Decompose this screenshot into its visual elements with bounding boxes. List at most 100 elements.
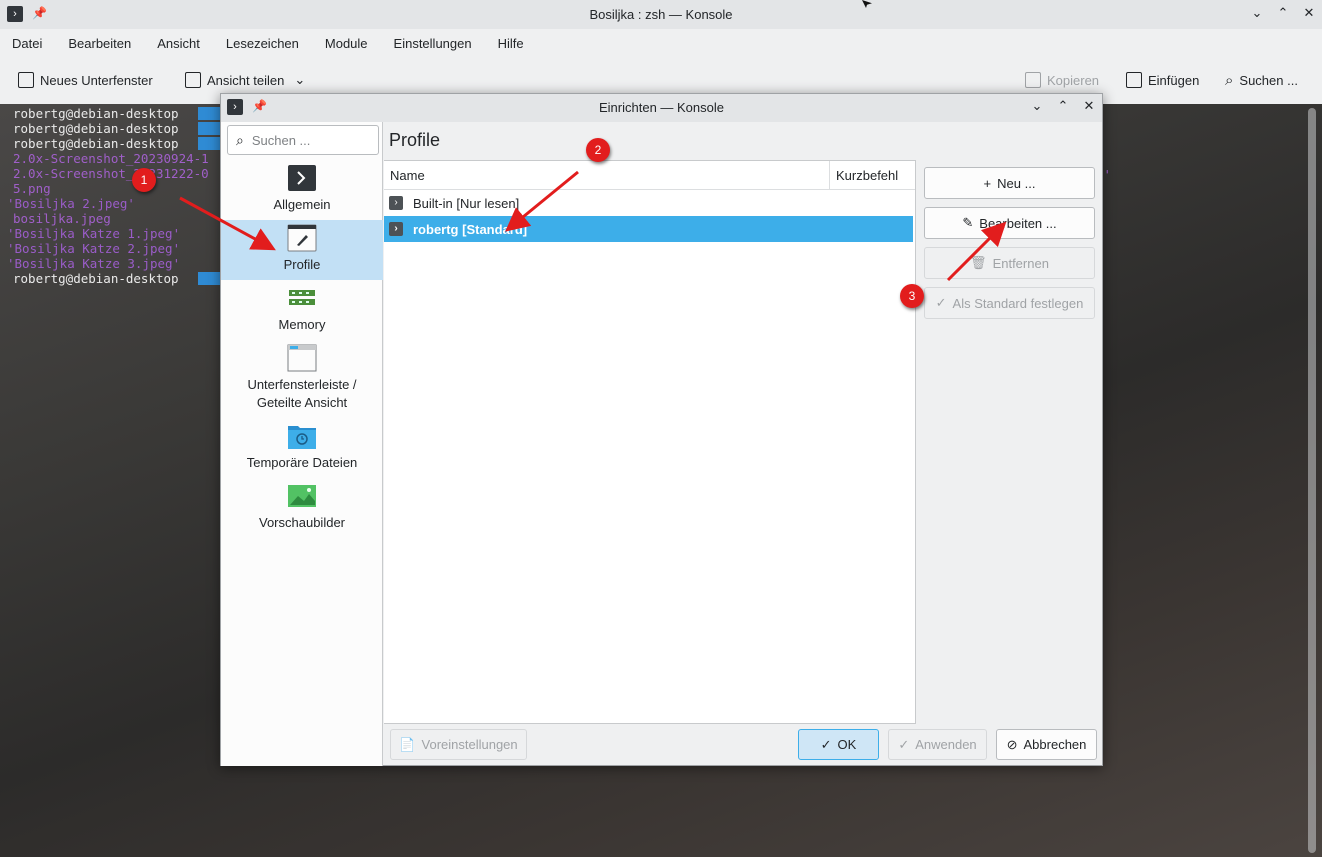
apply-button[interactable]: ✓ Anwenden (888, 729, 987, 760)
menu-help[interactable]: Hilfe (498, 36, 524, 51)
document-icon: 📄 (399, 736, 416, 752)
profile-actions: + Neu ... ✎ Bearbeiten ... 🗑 Entfernen ✓… (915, 160, 1102, 724)
dialog-title: Einrichten — Konsole (598, 100, 724, 115)
search-icon: ⌕ (1225, 72, 1234, 89)
paste-icon (1126, 72, 1142, 88)
new-tab-label: Neues Unterfenster (40, 72, 153, 88)
plus-icon: + (983, 175, 992, 191)
chevron-down-icon: ⌄ (294, 72, 306, 87)
set-default-label: Als Standard festlegen (952, 295, 1084, 311)
remove-profile-label: Entfernen (992, 255, 1049, 271)
dialog-title-bar: › 📌 Einrichten — Konsole ⌄ ⌃ ✕ (221, 94, 1102, 122)
paste-label: Einfügen (1148, 72, 1200, 88)
cancel-label: Abbrechen (1023, 737, 1087, 752)
sidebar-item-memory[interactable]: Memory (221, 280, 383, 340)
temp-folder-icon (288, 426, 316, 449)
new-profile-label: Neu ... (997, 175, 1036, 191)
pencil-icon: ✎ (962, 215, 974, 230)
remove-profile-button[interactable]: 🗑 Entfernen (924, 247, 1095, 279)
thumbnail-icon (288, 485, 316, 507)
title-bar: › 📌 Bosiljka : zsh — Konsole ⌄ ⌃ ✕ (0, 0, 1322, 29)
row-name: Built-in [Nur lesen] (413, 195, 520, 211)
split-view-label: Ansicht teilen (207, 72, 285, 88)
copy-label: Kopieren (1047, 72, 1100, 88)
expand-icon[interactable]: › (389, 196, 403, 210)
window-title: Bosiljka : zsh — Konsole (589, 7, 733, 22)
table-header: Name Kurzbefehl (384, 161, 915, 190)
minimize-icon[interactable]: ⌄ (1030, 98, 1044, 114)
prompt-segment (198, 122, 222, 135)
search-placeholder: Suchen ... (251, 132, 311, 148)
annotation-marker-3: 3 (900, 284, 924, 308)
sidebar-item-profile[interactable]: Profile (221, 220, 383, 280)
profile-edit-icon (287, 224, 317, 252)
table-row[interactable]: › Built-in [Nur lesen] (384, 190, 913, 216)
checkmark-icon: ✓ (935, 295, 947, 310)
trash-icon: 🗑 (970, 255, 987, 270)
close-icon[interactable]: ✕ (1302, 5, 1316, 21)
copy-button[interactable]: Kopieren (1025, 72, 1099, 88)
terminal-scrollbar[interactable] (1308, 108, 1316, 853)
sidebar-search-field[interactable]: ⌕ Suchen ... (227, 125, 379, 155)
new-profile-button[interactable]: + Neu ... (924, 167, 1095, 199)
memory-icon (289, 290, 315, 305)
paste-button[interactable]: Einfügen (1126, 72, 1199, 88)
defaults-button[interactable]: 📄 Voreinstellungen (390, 729, 527, 760)
cancel-icon: ⊘ (1006, 736, 1018, 752)
expand-icon[interactable]: › (389, 222, 403, 236)
column-header-name[interactable]: Name (390, 168, 425, 183)
sidebar-item-label: Vorschaubilder (259, 515, 345, 530)
menu-settings[interactable]: Einstellungen (394, 36, 472, 51)
settings-dialog: › 📌 Einrichten — Konsole ⌄ ⌃ ✕ ⌕ Suchen … (220, 93, 1103, 766)
menu-bar: Datei Bearbeiten Ansicht Lesezeichen Mod… (0, 29, 1322, 57)
column-header-shortcut[interactable]: Kurzbefehl (836, 168, 898, 183)
prompt-segment (198, 137, 222, 150)
column-separator[interactable] (829, 161, 830, 189)
tabbar-icon (287, 344, 317, 372)
maximize-icon[interactable]: ⌃ (1056, 98, 1070, 114)
sidebar-item-label: Unterfensterleiste / Geteilte Ansicht (247, 377, 357, 410)
sidebar-item-general[interactable]: Allgemein (221, 160, 383, 220)
sidebar-item-thumbnails[interactable]: Vorschaubilder (221, 478, 383, 538)
prompt-segment (198, 107, 222, 120)
search-icon: ⌕ (236, 131, 244, 148)
ok-button[interactable]: ✓ OK (798, 729, 879, 760)
sidebar-item-label: Temporäre Dateien (246, 455, 358, 470)
row-name: robertg [Standard] (413, 221, 528, 237)
menu-bookmarks[interactable]: Lesezeichen (226, 36, 299, 51)
menu-edit[interactable]: Bearbeiten (68, 36, 131, 51)
sidebar-item-temp-files[interactable]: Temporäre Dateien (221, 418, 383, 478)
search-label: Suchen ... (1239, 73, 1298, 88)
new-tab-button[interactable]: Neues Unterfenster (18, 72, 153, 88)
edit-profile-button[interactable]: ✎ Bearbeiten ... (924, 207, 1095, 239)
sidebar-item-label: Allgemein (273, 197, 331, 212)
terminal-icon (288, 165, 316, 191)
menu-file[interactable]: Datei (12, 36, 42, 51)
sidebar-item-label: Memory (278, 317, 326, 332)
profile-list: Name Kurzbefehl › Built-in [Nur lesen] ›… (384, 160, 915, 724)
page-title: Profile (389, 130, 441, 150)
apply-label: Anwenden (915, 737, 977, 752)
maximize-icon[interactable]: ⌃ (1276, 5, 1290, 21)
table-row[interactable]: › robertg [Standard] (384, 216, 913, 242)
ok-label: OK (837, 737, 857, 752)
sidebar-item-tabbar[interactable]: Unterfensterleiste / Geteilte Ansicht (221, 340, 383, 418)
cancel-button[interactable]: ⊘ Abbrechen (996, 729, 1097, 760)
search-button[interactable]: ⌕ Suchen ... (1225, 72, 1298, 89)
prompt-segment (198, 272, 222, 285)
copy-icon (1025, 72, 1041, 88)
dialog-footer: 📄 Voreinstellungen ✓ OK ✓ Anwenden ⊘ Abb… (384, 724, 1102, 766)
minimize-icon[interactable]: ⌄ (1250, 5, 1264, 21)
split-view-button[interactable]: Ansicht teilen ⌄ (185, 72, 305, 88)
annotation-marker-1: 1 (132, 168, 156, 192)
defaults-label: Voreinstellungen (421, 737, 518, 752)
menu-view[interactable]: Ansicht (157, 36, 200, 51)
checkmark-icon: ✓ (898, 736, 910, 752)
split-view-icon (185, 72, 201, 88)
checkmark-icon: ✓ (820, 736, 832, 752)
menu-plugins[interactable]: Module (325, 36, 368, 51)
close-icon[interactable]: ✕ (1082, 98, 1096, 114)
set-default-button[interactable]: ✓ Als Standard festlegen (924, 287, 1095, 319)
settings-sidebar: ⌕ Suchen ... Allgemein Profile Memory Un… (221, 122, 383, 766)
sidebar-item-label: Profile (283, 257, 321, 272)
